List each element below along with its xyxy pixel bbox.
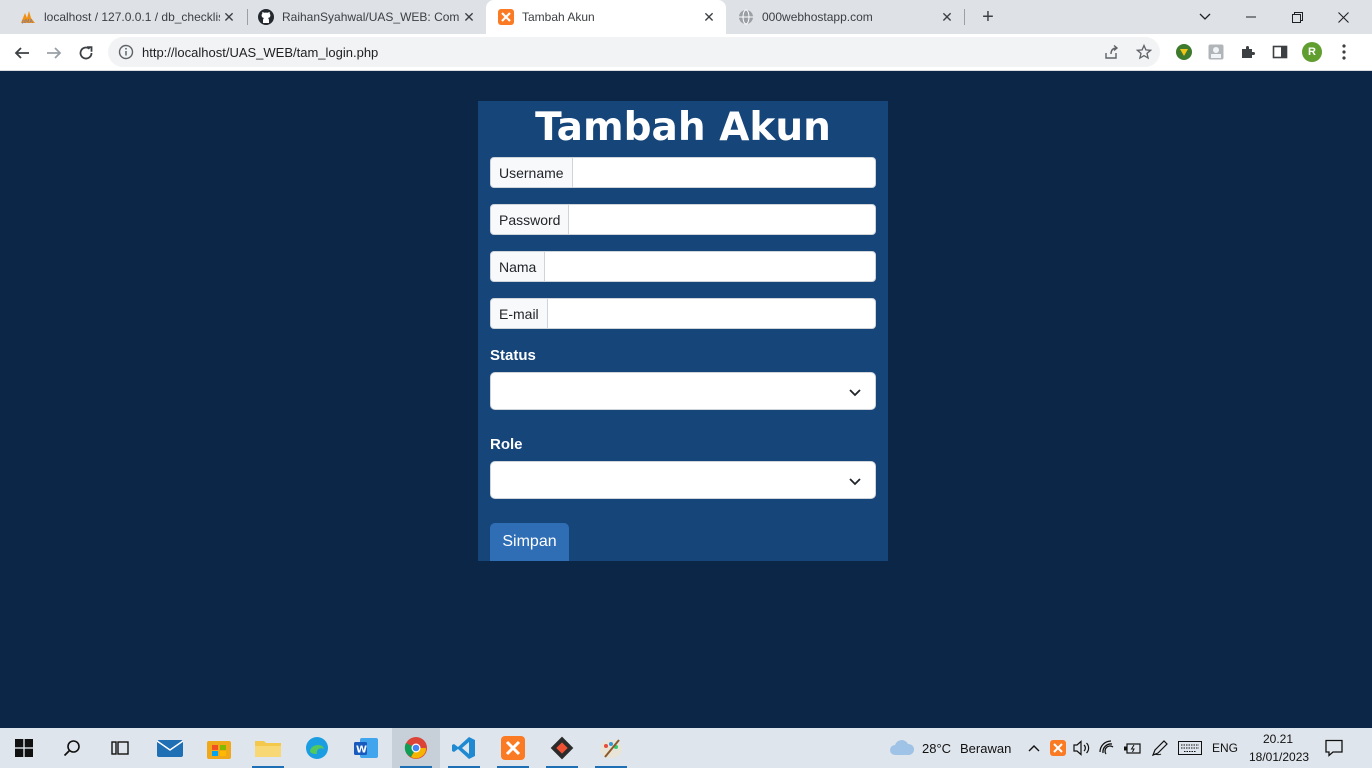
profile-avatar[interactable]: R — [1302, 42, 1322, 62]
battery-icon[interactable] — [1120, 734, 1144, 762]
task-view-icon[interactable] — [106, 734, 134, 762]
reload-icon — [79, 46, 93, 60]
password-input-group: Password — [490, 204, 876, 235]
chevron-down-icon — [849, 389, 861, 397]
minimize-button[interactable] — [1228, 0, 1274, 34]
email-label: E-mail — [491, 299, 548, 328]
tab-strip: pMA localhost / 127.0.0.1 / db_checklis … — [0, 0, 1372, 34]
cloud-weather-icon[interactable] — [888, 734, 916, 762]
username-input[interactable] — [572, 158, 875, 187]
github-icon — [258, 9, 274, 25]
url-text: http://localhost/UAS_WEB/tam_login.php — [142, 45, 379, 60]
svg-text:W: W — [356, 745, 367, 756]
tab-title: Tambah Akun — [522, 10, 595, 24]
keyboard-icon[interactable] — [1176, 734, 1204, 762]
status-select[interactable] — [490, 372, 876, 410]
mail-icon[interactable] — [156, 734, 184, 762]
weather-description[interactable]: Berawan — [960, 741, 1011, 756]
address-bar[interactable]: http://localhost/UAS_WEB/tam_login.php — [108, 37, 1160, 67]
volume-icon[interactable] — [1070, 734, 1094, 762]
phpmyadmin-icon: pMA — [20, 9, 36, 25]
tab-search-button[interactable] — [1182, 0, 1228, 34]
tab-separator — [964, 9, 965, 25]
tab-title: 000webhostapp.com — [762, 10, 873, 24]
microsoft-store-icon[interactable] — [205, 734, 233, 762]
search-icon[interactable] — [58, 734, 86, 762]
close-window-button[interactable] — [1320, 0, 1366, 34]
role-select[interactable] — [490, 461, 876, 499]
paint-app-icon[interactable] — [597, 734, 625, 762]
clock-time[interactable]: 20.21 — [1263, 732, 1293, 746]
reload-button[interactable] — [72, 39, 100, 67]
notification-icon[interactable] — [1320, 734, 1348, 762]
add-account-form: Tambah Akun Username Password Nama E-mai… — [478, 101, 888, 561]
email-input-group: E-mail — [490, 298, 876, 329]
share-icon — [1105, 44, 1119, 59]
xampp-icon — [498, 9, 514, 25]
chevron-up-icon[interactable] — [1022, 734, 1046, 762]
new-tab-button[interactable]: + — [976, 5, 1000, 29]
tab-phpmyadmin[interactable]: pMA localhost / 127.0.0.1 / db_checklis … — [0, 0, 246, 34]
language-indicator[interactable]: ENG — [1212, 741, 1238, 755]
nama-input[interactable] — [545, 252, 875, 281]
tab-title: RaihanSyahwal/UAS_WEB: Comin — [282, 10, 460, 24]
windows-start-icon[interactable] — [10, 734, 38, 762]
close-tab-icon[interactable]: ✕ — [220, 8, 238, 26]
tab-github[interactable]: RaihanSyahwal/UAS_WEB: Comin ✕ — [238, 0, 486, 34]
tab-title: localhost / 127.0.0.1 / db_checklis — [44, 10, 220, 24]
form-title: Tambah Akun — [535, 105, 831, 150]
git-app-icon[interactable] — [548, 734, 576, 762]
globe-icon — [738, 9, 754, 25]
restore-button[interactable] — [1274, 0, 1320, 34]
chevron-down-icon — [849, 478, 861, 486]
xampp-tray-icon[interactable] — [1046, 734, 1070, 762]
file-explorer-icon[interactable] — [254, 734, 282, 762]
forward-button[interactable] — [40, 39, 68, 67]
extensions-puzzle-icon[interactable] — [1238, 42, 1258, 62]
network-icon[interactable] — [1096, 734, 1120, 762]
side-panel-icon[interactable] — [1270, 42, 1290, 62]
nama-input-group: Nama — [490, 251, 876, 282]
browser-toolbar: http://localhost/UAS_WEB/tam_login.php R — [0, 34, 1372, 71]
role-label: Role — [490, 436, 523, 453]
pen-icon[interactable] — [1148, 734, 1172, 762]
tab-000webhost[interactable]: 000webhostapp.com ✕ — [726, 0, 964, 34]
forward-arrow-icon — [47, 47, 62, 59]
svg-text:pMA: pMA — [22, 19, 33, 24]
tab-tambah-akun[interactable]: Tambah Akun ✕ — [486, 0, 726, 34]
password-input[interactable] — [569, 205, 875, 234]
chrome-icon[interactable] — [402, 734, 430, 762]
password-label: Password — [491, 205, 570, 234]
simpan-button[interactable]: Simpan — [490, 523, 569, 561]
close-tab-icon[interactable]: ✕ — [460, 8, 478, 26]
windows-taskbar: W 28°C Berawan ENG 20.21 18/01/2023 — [0, 728, 1372, 768]
back-arrow-icon — [14, 47, 29, 59]
email-input[interactable] — [547, 299, 875, 328]
username-label: Username — [491, 158, 573, 187]
extension-photo-icon[interactable] — [1206, 42, 1226, 62]
nama-label: Nama — [491, 252, 546, 281]
vscode-icon[interactable] — [450, 734, 478, 762]
word-icon[interactable]: W — [352, 734, 380, 762]
clock-date[interactable]: 18/01/2023 — [1249, 750, 1309, 764]
back-button[interactable] — [8, 39, 36, 67]
status-label: Status — [490, 347, 536, 364]
weather-temperature[interactable]: 28°C — [922, 741, 951, 756]
bookmark-star-icon — [1136, 44, 1152, 60]
edge-icon[interactable] — [303, 734, 331, 762]
username-input-group: Username — [490, 157, 876, 188]
close-tab-icon[interactable]: ✕ — [700, 8, 718, 26]
site-info-icon — [118, 44, 134, 60]
extension-idm-icon[interactable] — [1174, 42, 1194, 62]
xampp-control-icon[interactable] — [499, 734, 527, 762]
browser-menu-icon[interactable] — [1334, 42, 1354, 62]
close-tab-icon[interactable]: ✕ — [938, 8, 956, 26]
